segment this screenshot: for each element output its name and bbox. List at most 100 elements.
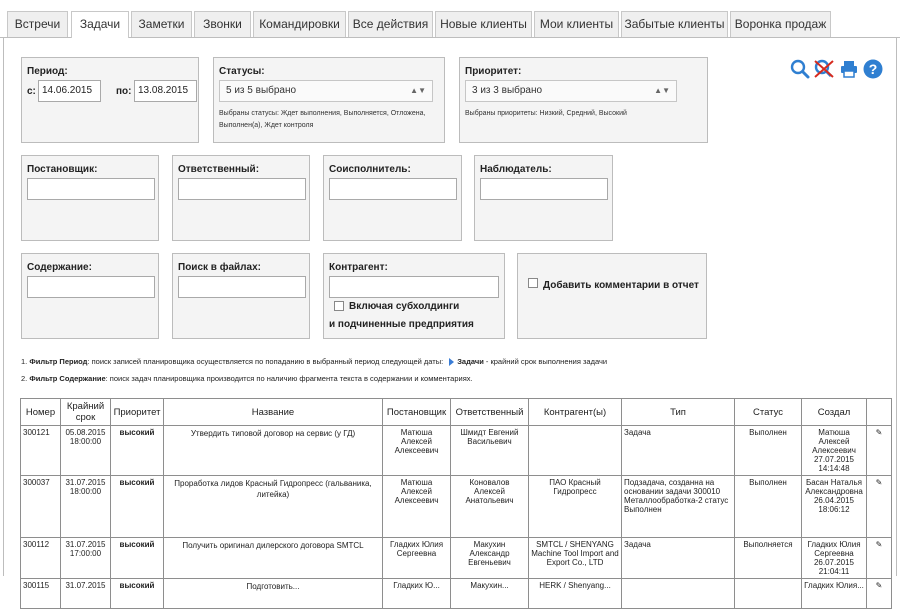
- tab-forgotten-clients[interactable]: Забытые клиенты: [621, 11, 728, 37]
- cell-due: 05.08.2015 18:00:00: [60, 425, 111, 476]
- column-header[interactable]: Создал: [801, 398, 867, 426]
- footnote-text: : поиск задач планировщика производится …: [105, 374, 473, 383]
- add-comments-box: Добавить комментарии в отчет: [517, 253, 707, 339]
- tab-all-actions[interactable]: Все действия: [348, 11, 433, 37]
- cell-contractor: ПАО Красный Гидропресс: [528, 475, 622, 538]
- content-label: Содержание:: [27, 262, 92, 273]
- tab-calls[interactable]: Звонки: [194, 11, 251, 37]
- edit-icon[interactable]: ✎: [866, 578, 892, 609]
- tab-sales-funnel[interactable]: Воронка продаж: [730, 11, 831, 37]
- footnote-number: 1.: [21, 357, 28, 366]
- cell-type: Задача: [621, 425, 735, 476]
- tab-divider: [0, 37, 900, 38]
- priority-select-value: 3 из 3 выбрано: [472, 85, 543, 96]
- column-header[interactable]: Ответственный: [450, 398, 529, 426]
- column-header[interactable]: Тип: [621, 398, 735, 426]
- period-from-input[interactable]: 14.06.2015: [38, 80, 101, 102]
- clear-filter-icon[interactable]: [813, 59, 835, 79]
- cell-due: 31.07.2015 18:00:00: [60, 475, 111, 538]
- column-header-actions: [866, 398, 892, 426]
- cell-due: 31.07.2015 17:00:00: [60, 537, 111, 579]
- include-subordinate-label: и подчиненные предприятия: [329, 319, 474, 330]
- svg-text:?: ?: [869, 61, 878, 77]
- include-subholdings-checkbox[interactable]: [334, 301, 344, 311]
- footnote-text: : поиск записей планировщика осуществляе…: [87, 357, 444, 366]
- period-from-label: с:: [27, 86, 36, 97]
- cell-contractor: [528, 425, 622, 476]
- cell-setter: Матюша Алексей Алексеевич: [382, 475, 451, 538]
- edit-icon[interactable]: ✎: [866, 537, 892, 579]
- status-select[interactable]: 5 из 5 выбрано ▲▼: [219, 80, 433, 102]
- status-select-value: 5 из 5 выбрано: [226, 85, 297, 96]
- column-header[interactable]: Номер: [20, 398, 61, 426]
- coexecutor-filter-box: Соисполнитель:: [323, 155, 462, 241]
- frame-right-border: [896, 37, 897, 576]
- coexecutor-input[interactable]: [329, 178, 457, 200]
- triangle-right-icon: [449, 358, 455, 367]
- help-icon[interactable]: ?: [863, 59, 883, 79]
- responsible-filter-box: Ответственный:: [172, 155, 310, 241]
- cell-type[interactable]: Подзадача, созданна на основании задачи …: [621, 475, 735, 538]
- cell-title[interactable]: Проработка лидов Красный Гидропресс (гал…: [163, 475, 383, 538]
- add-comments-label: Добавить комментарии в отчет: [543, 280, 699, 291]
- table-row[interactable]: 300112 31.07.2015 17:00:00 высокий Получ…: [20, 537, 892, 579]
- cell-setter: Гладких Юлия Сергеевна: [382, 537, 451, 579]
- search-icon[interactable]: [790, 59, 810, 79]
- contractor-filter-box: Контрагент: Включая субхолдинги и подчин…: [323, 253, 505, 339]
- priority-filter-box: Приоритет: 3 из 3 выбрано ▲▼ Выбраны прио…: [459, 57, 708, 143]
- cell-status: Выполняется: [734, 537, 802, 579]
- file-search-label: Поиск в файлах:: [178, 262, 261, 273]
- column-header[interactable]: Постановщик: [382, 398, 451, 426]
- priority-label: Приоритет:: [465, 66, 522, 77]
- observer-input[interactable]: [480, 178, 608, 200]
- setter-input[interactable]: [27, 178, 155, 200]
- include-subholdings-label: Включая субхолдинги: [349, 301, 460, 312]
- status-label: Статусы:: [219, 66, 265, 77]
- file-search-input[interactable]: [178, 276, 306, 298]
- column-header[interactable]: Крайний срок: [60, 398, 111, 426]
- cell-title[interactable]: Подготовить...: [163, 578, 383, 609]
- cell-title[interactable]: Утвердить типовой договор на сервис (у Г…: [163, 425, 383, 476]
- column-header[interactable]: Приоритет: [110, 398, 164, 426]
- cell-number: 300121: [20, 425, 61, 476]
- edit-icon[interactable]: ✎: [866, 475, 892, 538]
- edit-icon[interactable]: ✎: [866, 425, 892, 476]
- content-filter-box: Содержание:: [21, 253, 159, 339]
- cell-title[interactable]: Получить оригинал дилерского договора SM…: [163, 537, 383, 579]
- cell-responsible: Макухин Александр Евгеньевич: [450, 537, 529, 579]
- status-note: Выбраны статусы: Ждет выполнения, Выполн…: [219, 110, 426, 129]
- setter-filter-box: Постановщик:: [21, 155, 159, 241]
- tab-tasks[interactable]: Задачи: [71, 11, 129, 38]
- file-search-filter-box: Поиск в файлах:: [172, 253, 310, 339]
- footnote-title: Фильтр Период: [29, 357, 88, 366]
- tab-bar: Встречи Задачи Заметки Звонки Командиров…: [0, 0, 900, 38]
- table-header-row: Номер Крайний срок Приоритет Название По…: [20, 398, 892, 426]
- table-row[interactable]: 300037 31.07.2015 18:00:00 высокий Прора…: [20, 475, 892, 538]
- priority-select[interactable]: 3 из 3 выбрано ▲▼: [465, 80, 677, 102]
- cell-priority: высокий: [110, 578, 164, 609]
- cell-due: 31.07.2015: [60, 578, 111, 609]
- table-row[interactable]: 300115 31.07.2015 высокий Подготовить...…: [20, 578, 892, 609]
- tab-business-trips[interactable]: Командировки: [253, 11, 346, 37]
- column-header[interactable]: Контрагент(ы): [528, 398, 622, 426]
- cell-setter: Гладких Ю...: [382, 578, 451, 609]
- cell-status: [734, 578, 802, 609]
- period-to-input[interactable]: 13.08.2015: [134, 80, 197, 102]
- column-header[interactable]: Статус: [734, 398, 802, 426]
- footnote-period: 1. Фильтр Период: поиск записей планиров…: [21, 357, 607, 367]
- tab-notes[interactable]: Заметки: [131, 11, 192, 37]
- observer-filter-box: Наблюдатель:: [474, 155, 613, 241]
- cell-priority: высокий: [110, 537, 164, 579]
- tab-my-clients[interactable]: Мои клиенты: [534, 11, 619, 37]
- contractor-input[interactable]: [329, 276, 499, 298]
- cell-created: Басан Наталья Александровна 26.04.2015 1…: [801, 475, 867, 538]
- responsible-input[interactable]: [178, 178, 306, 200]
- table-row[interactable]: 300121 05.08.2015 18:00:00 высокий Утвер…: [20, 425, 892, 476]
- add-comments-checkbox[interactable]: [528, 278, 538, 288]
- tab-meetings[interactable]: Встречи: [7, 11, 68, 37]
- tab-new-clients[interactable]: Новые клиенты: [435, 11, 532, 37]
- content-input[interactable]: [27, 276, 155, 298]
- footnote-title: Фильтр Содержание: [29, 374, 106, 383]
- print-icon[interactable]: [840, 60, 858, 78]
- column-header[interactable]: Название: [163, 398, 383, 426]
